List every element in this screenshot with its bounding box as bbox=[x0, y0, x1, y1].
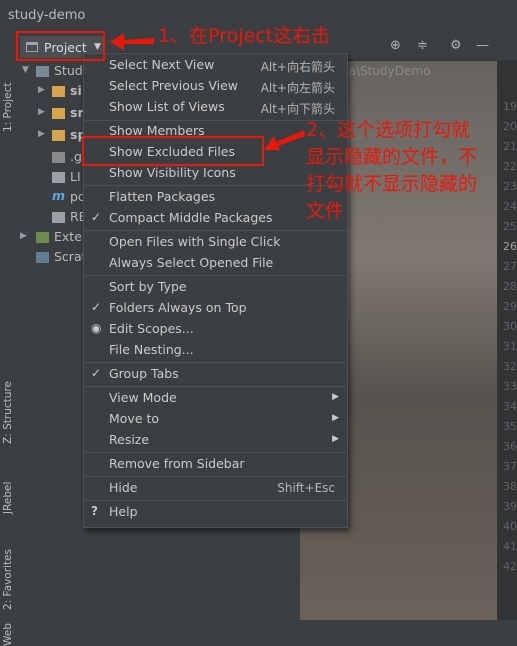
annotation-note-1: 1、在Project这右击 bbox=[158, 25, 331, 47]
menu-item-group-tabs[interactable]: ✓ Group Tabs bbox=[84, 364, 347, 385]
chevron-right-icon: ▶ bbox=[38, 85, 45, 95]
menu-item-hide[interactable]: Hide Shift+Esc bbox=[84, 478, 347, 499]
editor-gutter: 19 20 21 22 23 24 25 26 27 28 29 30 31 3… bbox=[497, 60, 517, 620]
menu-item-file-nesting[interactable]: File Nesting... bbox=[84, 340, 347, 361]
scope-icon: ◉ bbox=[91, 321, 102, 335]
menu-item-resize[interactable]: Resize ▶ bbox=[84, 430, 347, 451]
menu-item-move-to[interactable]: Move to ▶ bbox=[84, 409, 347, 430]
annotation-box-excluded-files bbox=[82, 136, 264, 166]
submenu-arrow-icon: ▶ bbox=[332, 392, 339, 402]
collapse-icon[interactable]: ≑ bbox=[417, 38, 428, 53]
menu-item-select-next-view[interactable]: Select Next View Alt+向右箭头 bbox=[84, 55, 347, 76]
checkmark-icon: ✓ bbox=[91, 366, 102, 380]
line-number: 29 bbox=[503, 300, 517, 313]
annotation-note-2-line4: 文件 bbox=[306, 200, 345, 222]
module-icon bbox=[36, 66, 49, 77]
line-number: 37 bbox=[503, 460, 517, 473]
shortcut-label: Alt+向下箭头 bbox=[260, 102, 335, 116]
menu-item-help[interactable]: ? Help bbox=[84, 502, 347, 523]
checkmark-icon: ✓ bbox=[91, 300, 102, 314]
line-number: 26 bbox=[503, 240, 517, 253]
minimize-icon[interactable]: — bbox=[476, 38, 489, 53]
shortcut-label: Alt+向右箭头 bbox=[260, 60, 335, 74]
line-number: 42 bbox=[503, 560, 517, 573]
submenu-arrow-icon: ▶ bbox=[332, 434, 339, 444]
line-number: 35 bbox=[503, 420, 517, 433]
menu-item-show-list-of-views[interactable]: Show List of Views Alt+向下箭头 bbox=[84, 97, 347, 118]
file-icon bbox=[52, 152, 65, 163]
maven-icon: m bbox=[52, 188, 66, 203]
folder-icon bbox=[52, 86, 65, 97]
line-number: 36 bbox=[503, 440, 517, 453]
chevron-right-icon: ▶ bbox=[20, 231, 27, 241]
annotation-box-project bbox=[16, 31, 105, 61]
line-number: 31 bbox=[503, 340, 517, 353]
path-fragment: lea\StudyDemo bbox=[338, 64, 431, 78]
submenu-arrow-icon: ▶ bbox=[332, 413, 339, 423]
project-tree: ▼ Study ▶ si ▶ sr ▶ sp .g LI m pc RE ▶ E… bbox=[16, 60, 86, 620]
gear-icon[interactable]: ⚙ bbox=[450, 38, 462, 53]
line-number: 33 bbox=[503, 380, 517, 393]
annotation-note-2-line3: 打勾就不显示隐藏的 bbox=[306, 173, 478, 195]
menu-item-open-files-single-click[interactable]: Open Files with Single Click bbox=[84, 232, 347, 253]
line-number: 34 bbox=[503, 400, 517, 413]
line-number: 24 bbox=[503, 200, 517, 213]
left-tool-strip: 1: Project Z: Structure JRebel 2: Favori… bbox=[0, 34, 17, 646]
folder-icon bbox=[52, 108, 65, 119]
checkmark-icon: ✓ bbox=[91, 210, 102, 224]
line-number: 40 bbox=[503, 520, 517, 533]
line-number: 28 bbox=[503, 280, 517, 293]
line-number: 41 bbox=[503, 540, 517, 553]
line-number: 32 bbox=[503, 360, 517, 373]
menu-separator bbox=[85, 275, 346, 276]
line-number: 39 bbox=[503, 500, 517, 513]
line-number: 25 bbox=[503, 220, 517, 233]
shortcut-label: Shift+Esc bbox=[277, 481, 335, 495]
locate-icon[interactable]: ⊕ bbox=[390, 38, 401, 53]
line-number: 20 bbox=[503, 120, 517, 133]
menu-separator bbox=[85, 452, 346, 453]
annotation-arrow-1 bbox=[110, 33, 154, 50]
library-icon bbox=[36, 232, 49, 243]
menu-separator bbox=[85, 500, 346, 501]
annotation-note-2-line2: 显示隐藏的文件，不 bbox=[306, 146, 478, 168]
menu-item-remove-from-sidebar[interactable]: Remove from Sidebar bbox=[84, 454, 347, 475]
chevron-down-icon: ▼ bbox=[22, 65, 29, 75]
menu-item-view-mode[interactable]: View Mode ▶ bbox=[84, 388, 347, 409]
shortcut-label: Alt+向左箭头 bbox=[260, 81, 335, 95]
line-number: 19 bbox=[503, 100, 517, 113]
line-number: 30 bbox=[503, 320, 517, 333]
menu-separator bbox=[85, 386, 346, 387]
menu-separator bbox=[85, 476, 346, 477]
help-icon: ? bbox=[91, 504, 98, 518]
line-number: 21 bbox=[503, 140, 517, 153]
menu-item-always-select-opened-file[interactable]: Always Select Opened File bbox=[84, 253, 347, 274]
annotation-arrow-2 bbox=[264, 130, 305, 150]
menu-separator bbox=[85, 362, 346, 363]
line-number: 38 bbox=[503, 480, 517, 493]
window-title: study-demo bbox=[8, 8, 86, 23]
menu-item-sort-by-type[interactable]: Sort by Type bbox=[84, 277, 347, 298]
chevron-right-icon: ▶ bbox=[38, 107, 45, 117]
annotation-note-2-line1: 2、这个选项打勾就 bbox=[306, 119, 471, 141]
menu-item-select-previous-view[interactable]: Select Previous View Alt+向左箭头 bbox=[84, 76, 347, 97]
line-number: 22 bbox=[503, 160, 517, 173]
line-number: 27 bbox=[503, 260, 517, 273]
folder-icon bbox=[52, 130, 65, 141]
menu-item-edit-scopes[interactable]: ◉ Edit Scopes... bbox=[84, 319, 347, 340]
file-icon bbox=[52, 172, 65, 183]
menu-separator bbox=[85, 230, 346, 231]
menu-item-folders-always-on-top[interactable]: ✓ Folders Always on Top bbox=[84, 298, 347, 319]
markdown-icon bbox=[52, 212, 65, 223]
line-number: 23 bbox=[503, 180, 517, 193]
scratch-icon bbox=[36, 252, 49, 263]
chevron-right-icon: ▶ bbox=[38, 129, 45, 139]
